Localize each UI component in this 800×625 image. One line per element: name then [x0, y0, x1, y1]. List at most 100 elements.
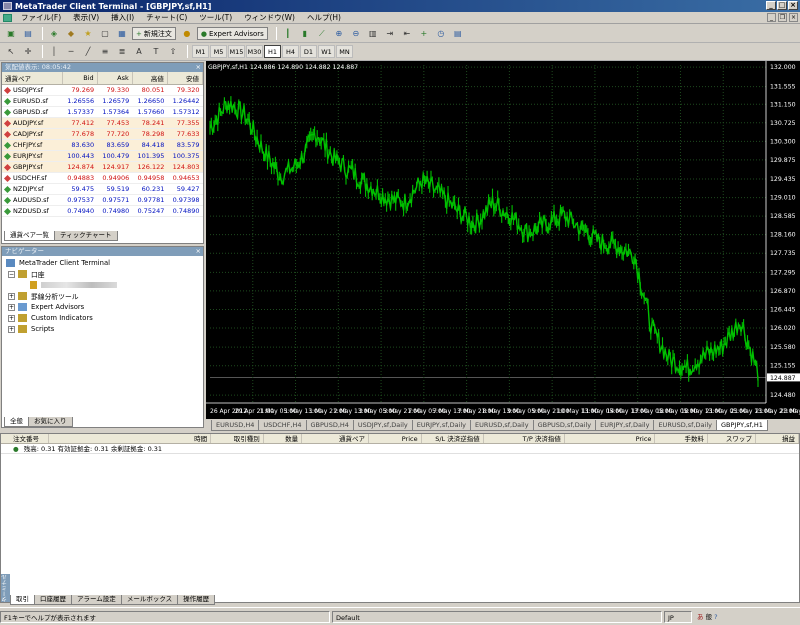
timeframe-h1[interactable]: H1: [264, 45, 281, 58]
chart-tab[interactable]: GBPUSD,H4: [305, 420, 354, 431]
maximize-icon[interactable]: □: [777, 1, 787, 10]
nav-accounts[interactable]: − 口座: [8, 269, 45, 279]
timeframe-m15[interactable]: M15: [228, 45, 245, 58]
table-row[interactable]: AUDUSD.sf 0.97537 0.97571 0.97781 0.97398: [2, 194, 203, 206]
chart-tab[interactable]: GBPJPY,sf,H1: [715, 420, 768, 431]
strategy-tester-icon[interactable]: ▦: [115, 27, 129, 40]
tab-journal[interactable]: 操作履歴: [177, 595, 216, 605]
menu-view[interactable]: 表示(V): [67, 12, 105, 23]
status-lang[interactable]: JP: [664, 610, 692, 623]
data-window-icon[interactable]: ◆: [64, 27, 78, 40]
menu-insert[interactable]: 挿入(I): [105, 12, 140, 23]
terminal-column-header[interactable]: 手数料: [655, 434, 709, 443]
timeframe-d1[interactable]: D1: [300, 45, 317, 58]
expand-icon[interactable]: +: [8, 325, 15, 333]
candlestick-icon[interactable]: ▮: [298, 27, 312, 40]
tab-favorites[interactable]: お気に入り: [28, 417, 73, 427]
mdi-minimize-icon[interactable]: _: [767, 13, 776, 22]
chart-tab[interactable]: EURUSD,sf,Daily: [470, 420, 534, 431]
minimize-icon[interactable]: _: [766, 1, 776, 10]
timeframe-h4[interactable]: H4: [282, 45, 299, 58]
terminal-column-header[interactable]: 数量: [264, 434, 303, 443]
line-chart-icon[interactable]: ⟋: [315, 27, 329, 40]
chart-tab[interactable]: USDJPY,sf,Daily: [352, 420, 413, 431]
menu-file[interactable]: ファイル(F): [15, 12, 67, 23]
chart-tab[interactable]: EURJPY,sf,Daily: [411, 420, 472, 431]
chart-tab[interactable]: EURJPY,sf,Daily: [595, 420, 655, 431]
table-row[interactable]: EURUSD.sf 1.26556 1.26579 1.26650 1.26442: [2, 95, 203, 107]
timeframe-m30[interactable]: M30: [246, 45, 263, 58]
mdi-close-icon[interactable]: ×: [789, 13, 798, 22]
chart-window[interactable]: 132.000 131.555 131.150 130.725 130.300 129.8…: [206, 61, 800, 419]
chart-shift-icon[interactable]: ⇥: [383, 27, 397, 40]
nav-account-entry[interactable]: [30, 280, 117, 290]
nav-expert-advisors[interactable]: + Expert Advisors: [8, 302, 84, 312]
nav-custom-indicators[interactable]: + Custom Indicators: [8, 313, 93, 323]
fibonacci-icon[interactable]: ≣: [115, 45, 129, 58]
equidistant-channel-icon[interactable]: ≡: [98, 45, 112, 58]
tab-tick-chart[interactable]: ティックチャート: [54, 231, 118, 241]
expand-icon[interactable]: +: [8, 292, 15, 300]
column-header[interactable]: 安値: [167, 72, 204, 85]
price-chart[interactable]: 132.000 131.555 131.150 130.725 130.300 129.8…: [206, 61, 800, 419]
tab-symbols[interactable]: 通貨ペア一覧: [4, 231, 55, 241]
crosshair-icon[interactable]: ✛: [21, 45, 35, 58]
table-row[interactable]: USDCHF.sf 0.94883 0.94906 0.94958 0.94653: [2, 172, 203, 184]
menu-tools[interactable]: ツール(T): [193, 12, 238, 23]
trendline-icon[interactable]: ╱: [81, 45, 95, 58]
vertical-line-icon[interactable]: │: [47, 45, 61, 58]
column-header[interactable]: Bid: [62, 72, 98, 85]
label-icon[interactable]: T: [149, 45, 163, 58]
navigator-icon[interactable]: ★: [81, 27, 95, 40]
zoom-in-icon[interactable]: ⊕: [332, 27, 346, 40]
text-icon[interactable]: A: [132, 45, 146, 58]
bar-chart-icon[interactable]: ┃: [281, 27, 295, 40]
tab-alerts[interactable]: アラーム設定: [71, 595, 122, 605]
expert-advisors-button[interactable]: ● Expert Advisors: [196, 27, 268, 40]
templates-icon[interactable]: ▤: [451, 27, 465, 40]
indicators-icon[interactable]: +: [417, 27, 431, 40]
tab-general[interactable]: 全般: [4, 417, 29, 427]
nav-line-studies[interactable]: + 罫線分析ツール: [8, 291, 79, 301]
table-row[interactable]: NZDUSD.sf 0.74940 0.74980 0.75247 0.74890: [2, 205, 203, 217]
cursor-icon[interactable]: ↖: [4, 45, 18, 58]
nav-root[interactable]: MetaTrader Client Terminal: [6, 258, 110, 268]
profiles-icon[interactable]: ▤: [21, 27, 35, 40]
expand-icon[interactable]: +: [8, 314, 15, 322]
terminal-icon[interactable]: ▢: [98, 27, 112, 40]
timeframe-mn[interactable]: MN: [336, 45, 353, 58]
table-row[interactable]: NZDJPY.sf 59.475 59.519 60.231 59.427: [2, 183, 203, 195]
terminal-column-header[interactable]: Price: [369, 434, 422, 443]
terminal-column-header[interactable]: 通貨ペア: [302, 434, 369, 443]
mdi-restore-icon[interactable]: ❐: [778, 13, 787, 22]
new-order-button[interactable]: + 新規注文: [132, 27, 176, 40]
terminal-column-header[interactable]: 注文番号: [1, 434, 50, 443]
arrow-icon[interactable]: ⇧: [166, 45, 180, 58]
table-row[interactable]: CADJPY.sf 77.678 77.720 78.298 77.633: [2, 128, 203, 140]
close-icon[interactable]: ×: [196, 247, 201, 256]
terminal-column-header[interactable]: 時間: [49, 434, 212, 443]
menu-chart[interactable]: チャート(C): [140, 12, 193, 23]
metaeditor-icon[interactable]: ●: [180, 27, 194, 40]
tab-account-history[interactable]: 口座履歴: [34, 595, 72, 605]
horizontal-line-icon[interactable]: ─: [64, 45, 78, 58]
tile-windows-icon[interactable]: ▥: [366, 27, 380, 40]
chart-tab[interactable]: EURUSD,H4: [211, 420, 260, 431]
terminal-column-header[interactable]: スワップ: [708, 434, 756, 443]
column-header[interactable]: 高値: [132, 72, 168, 85]
table-row[interactable]: GBPJPY.sf 124.874 124.917 126.122 124.803: [2, 161, 203, 173]
terminal-column-header[interactable]: 損益: [756, 434, 800, 443]
zoom-out-icon[interactable]: ⊖: [349, 27, 363, 40]
terminal-column-header[interactable]: S/L 決済逆指値: [422, 434, 484, 443]
periods-icon[interactable]: ◷: [434, 27, 448, 40]
new-chart-icon[interactable]: ▣: [4, 27, 18, 40]
close-icon[interactable]: ×: [788, 1, 798, 10]
tab-mailbox[interactable]: メールボックス: [120, 595, 179, 605]
terminal-column-header[interactable]: 取引種別: [211, 434, 264, 443]
chart-tab[interactable]: USDCHF,H4: [258, 420, 307, 431]
auto-scroll-icon[interactable]: ⇤: [400, 27, 414, 40]
timeframe-w1[interactable]: W1: [318, 45, 335, 58]
table-row[interactable]: EURJPY.sf 100.443 100.479 101.395 100.375: [2, 150, 203, 162]
timeframe-m1[interactable]: M1: [192, 45, 209, 58]
close-icon[interactable]: ×: [196, 63, 201, 72]
